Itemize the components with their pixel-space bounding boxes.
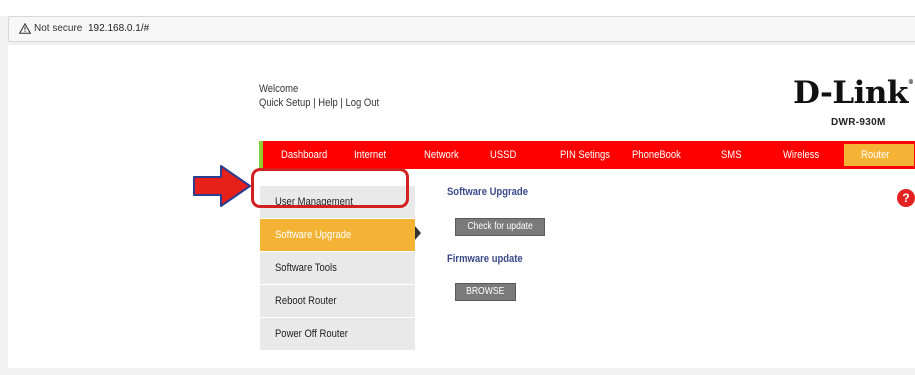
nav-item-sms[interactable]: SMS bbox=[721, 141, 742, 169]
nav-item-router[interactable]: Router bbox=[861, 141, 889, 169]
browse-button[interactable]: BROWSE bbox=[455, 283, 516, 301]
nav-item-internet[interactable]: Internet bbox=[354, 141, 386, 169]
side-item-label: User Management bbox=[275, 196, 353, 208]
nav-item-ussd[interactable]: USSD bbox=[490, 141, 516, 169]
link-separator: | bbox=[337, 97, 346, 109]
side-item-software-tools[interactable]: Software Tools bbox=[260, 252, 415, 285]
side-item-label: Power Off Router bbox=[275, 328, 348, 340]
router-admin-page: Welcome Quick Setup | Help | Log Out D-L… bbox=[8, 45, 915, 368]
firmware-update-title: Firmware update bbox=[447, 253, 523, 265]
side-item-label: Software Upgrade bbox=[275, 229, 352, 241]
url-text[interactable]: 192.168.0.1/# bbox=[88, 23, 149, 34]
side-item-label: Software Tools bbox=[275, 262, 337, 274]
active-item-pointer bbox=[415, 226, 421, 240]
side-item-label: Reboot Router bbox=[275, 295, 337, 307]
help-link[interactable]: Help bbox=[318, 97, 337, 109]
button-label: BROWSE bbox=[466, 286, 505, 297]
side-item-software-upgrade[interactable]: Software Upgrade bbox=[260, 219, 415, 252]
registered-mark: ® bbox=[907, 79, 914, 86]
annotation-arrow-icon bbox=[193, 165, 251, 207]
quick-links: Quick Setup | Help | Log Out bbox=[259, 97, 379, 109]
nav-item-network[interactable]: Network bbox=[424, 141, 459, 169]
address-bar[interactable]: Not secure 192.168.0.1/# bbox=[8, 16, 915, 42]
nav-item-dashboard[interactable]: Dashboard bbox=[281, 141, 327, 169]
security-label: Not secure bbox=[34, 23, 83, 34]
model-label: DWR-930M bbox=[831, 117, 886, 128]
warning-triangle-icon bbox=[19, 23, 31, 34]
check-for-update-button[interactable]: Check for update bbox=[455, 218, 545, 236]
software-upgrade-title: Software Upgrade bbox=[447, 186, 528, 198]
log-out-link[interactable]: Log Out bbox=[345, 97, 379, 109]
welcome-text: Welcome bbox=[259, 83, 299, 95]
nav-item-phonebook[interactable]: PhoneBook bbox=[632, 141, 681, 169]
security-indicator[interactable]: Not secure bbox=[19, 23, 82, 34]
logo-text: D-Link bbox=[793, 75, 908, 111]
side-item-user-management[interactable]: User Management bbox=[260, 186, 415, 219]
button-label: Check for update bbox=[467, 221, 533, 232]
help-icon[interactable]: ? bbox=[897, 189, 915, 207]
router-side-menu: User Management Software Upgrade Softwar… bbox=[260, 186, 415, 351]
link-separator: | bbox=[310, 97, 319, 109]
nav-item-wireless[interactable]: Wireless bbox=[783, 141, 819, 169]
quick-setup-link[interactable]: Quick Setup bbox=[259, 97, 311, 109]
dlink-logo: D-Link® bbox=[793, 75, 914, 111]
browser-top-strip bbox=[0, 0, 915, 16]
main-nav-bar: Dashboard Internet Network USSD PIN Seti… bbox=[259, 141, 915, 169]
side-item-power-off-router[interactable]: Power Off Router bbox=[260, 318, 415, 351]
nav-item-pin-settings[interactable]: PIN Setings bbox=[560, 141, 610, 169]
browser-window: Not secure 192.168.0.1/# Welcome Quick S… bbox=[0, 0, 915, 375]
side-item-reboot-router[interactable]: Reboot Router bbox=[260, 285, 415, 318]
